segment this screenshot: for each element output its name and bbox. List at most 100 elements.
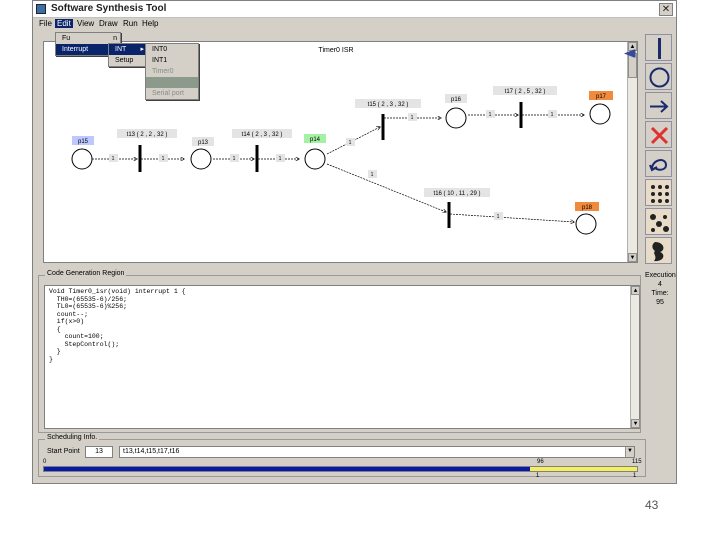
transition-tool-icon[interactable] [645, 34, 672, 61]
collapse-toolbox-icon[interactable] [623, 45, 636, 58]
progress-tick-start: 0 [43, 459, 47, 465]
place-label-p13: p13 [198, 140, 209, 146]
place-p17[interactable] [589, 103, 611, 125]
code-region-title: Code Generation Region [45, 270, 127, 277]
paint-tool-icon[interactable] [645, 237, 672, 264]
schedule-sequence-value: t13,t14,t15,t17,t16 [123, 448, 180, 455]
execution-info: Execution 4 Time: 95 [645, 271, 676, 307]
transition-label-t17: t17 ( 2 , 5 , 32 ) [505, 89, 546, 95]
code-line: TH0=(65535-6)/256; [49, 295, 128, 303]
int-submenu: INT0 INT1 Timer0 Serial port [145, 43, 199, 100]
progress-marker: 1 [536, 473, 540, 479]
int-menu-item-timer1[interactable] [146, 77, 198, 88]
place-label-p14: p14 [310, 137, 321, 143]
place-p14[interactable] [304, 148, 326, 170]
scheduling-title: Scheduling Info. [45, 434, 100, 441]
menu-bar: File Edit View Draw Run Help [33, 18, 676, 31]
arc-t16-p18[interactable] [449, 213, 574, 222]
scroll-down-icon[interactable]: ▼ [628, 253, 637, 262]
code-scrollbar[interactable]: ▲ ▼ [630, 286, 640, 428]
int-menu-item-timer0[interactable]: Timer0 [146, 66, 198, 77]
place-p18[interactable] [575, 213, 597, 235]
place-label-p18: p18 [582, 205, 593, 211]
slide-page-number: 43 [645, 498, 659, 512]
chevron-down-icon[interactable]: ▼ [625, 447, 634, 457]
int-menu-item-serial[interactable]: Serial port [146, 88, 198, 99]
undo-tool-icon[interactable] [645, 150, 672, 177]
int-menu-item-int0[interactable]: INT0 [146, 44, 198, 55]
schedule-sequence-select[interactable]: t13,t14,t15,t17,t16 ▼ [119, 446, 635, 458]
code-line: } [49, 355, 53, 363]
code-line: Void Timer0_isr(void) interrupt 1 { [49, 288, 186, 295]
toolbox [645, 34, 673, 268]
progress-remainder [530, 467, 637, 471]
code-line: StepControl(); [49, 340, 120, 348]
progress-tick-mid: 96 [537, 459, 544, 465]
code-line: } [49, 348, 61, 355]
interrupt-submenu: INT ▸ Setup [108, 43, 148, 67]
arc-weight: 1 [551, 112, 554, 118]
place-tool-icon[interactable] [645, 63, 672, 90]
place-p15[interactable] [71, 148, 93, 170]
arc-weight: 1 [497, 214, 500, 220]
arc-weight-labels: 1 1 1 1 1 1 1 1 1 1 [109, 110, 557, 220]
interrupt-menu-item-int[interactable]: INT ▸ [109, 44, 147, 55]
interrupt-menu-item-setup[interactable]: Setup [109, 55, 147, 66]
arc-weight: 1 [162, 156, 165, 162]
places: p15 p13 p14 p16 p17 p18 [71, 91, 613, 235]
arc-weight: 1 [279, 156, 282, 162]
menu-help[interactable]: Help [140, 19, 160, 28]
time-value: 95 [656, 299, 664, 306]
arc-weight: 1 [489, 112, 492, 118]
start-point-input[interactable]: 13 [85, 446, 113, 458]
transition-label-t13: t13 ( 2 , 2 , 32 ) [127, 132, 168, 138]
arc-weight: 1 [349, 140, 352, 146]
time-label: Time: [651, 290, 669, 297]
transition-label-t15: t15 ( 2 , 3 , 32 ) [368, 102, 409, 108]
scroll-up-icon[interactable]: ▲ [631, 286, 640, 295]
arc-weight: 1 [411, 115, 414, 121]
transitions: t13 ( 2 , 2 , 32 ) t14 ( 2 , 3 , 32 ) t1… [117, 86, 557, 228]
execution-value: 4 [658, 281, 662, 288]
delete-tool-icon[interactable] [645, 121, 672, 148]
code-editor[interactable]: Void Timer0_isr(void) interrupt 1 { TH0=… [44, 285, 640, 429]
arc-weight: 1 [233, 156, 236, 162]
progress-fill [44, 467, 531, 471]
canvas-caption: Timer0 ISR [318, 47, 353, 54]
window-title: Software Synthesis Tool [51, 3, 167, 14]
menu-edit[interactable]: Edit [55, 19, 73, 28]
app-window: Software Synthesis Tool ✕ File Edit View… [32, 0, 677, 484]
arc-tool-icon[interactable] [645, 92, 672, 119]
place-label-p17: p17 [596, 94, 607, 100]
transition-label-t16: t16 ( 10 , 11 , 29 ) [434, 191, 481, 197]
place-p13[interactable] [190, 148, 212, 170]
place-p16[interactable] [445, 107, 467, 129]
menu-file[interactable]: File [37, 19, 54, 28]
net-tool-icon[interactable] [645, 208, 672, 235]
int-menu-item-int1[interactable]: INT1 [146, 55, 198, 66]
petri-net-canvas[interactable]: Timer0 ISR 1 1 1 1 1 1 1 1 1 1 p15 p13 p… [43, 41, 638, 263]
code-line: count=100; [49, 333, 104, 340]
execution-label: Execution [645, 272, 676, 279]
token-tool-icon[interactable] [645, 179, 672, 206]
place-label-p16: p16 [451, 97, 462, 103]
menu-draw[interactable]: Draw [97, 19, 120, 28]
progress-marker-end: 1 [633, 473, 637, 479]
progress-tick-end: 115 [632, 459, 642, 465]
transition-label-t14: t14 ( 2 , 3 , 32 ) [242, 132, 283, 138]
place-label-p15: p15 [78, 139, 89, 145]
canvas-scrollbar[interactable]: ▲ ▼ [627, 42, 637, 262]
start-point-label: Start Point [47, 448, 80, 455]
code-line: if(x>0) [49, 318, 85, 325]
close-icon[interactable]: ✕ [659, 3, 673, 16]
menu-view[interactable]: View [75, 19, 96, 28]
code-line: count--; [49, 310, 89, 318]
petri-net-diagram: Timer0 ISR 1 1 1 1 1 1 1 1 1 1 p15 p13 p… [71, 47, 613, 235]
arc-weight: 1 [371, 172, 374, 178]
scroll-down-icon[interactable]: ▼ [631, 419, 640, 428]
menu-run[interactable]: Run [121, 19, 140, 28]
arc-weight: 1 [112, 156, 115, 162]
app-icon [36, 4, 46, 14]
code-line: TL0=(65535-6)%256; [49, 303, 128, 310]
code-line: { [49, 325, 61, 333]
